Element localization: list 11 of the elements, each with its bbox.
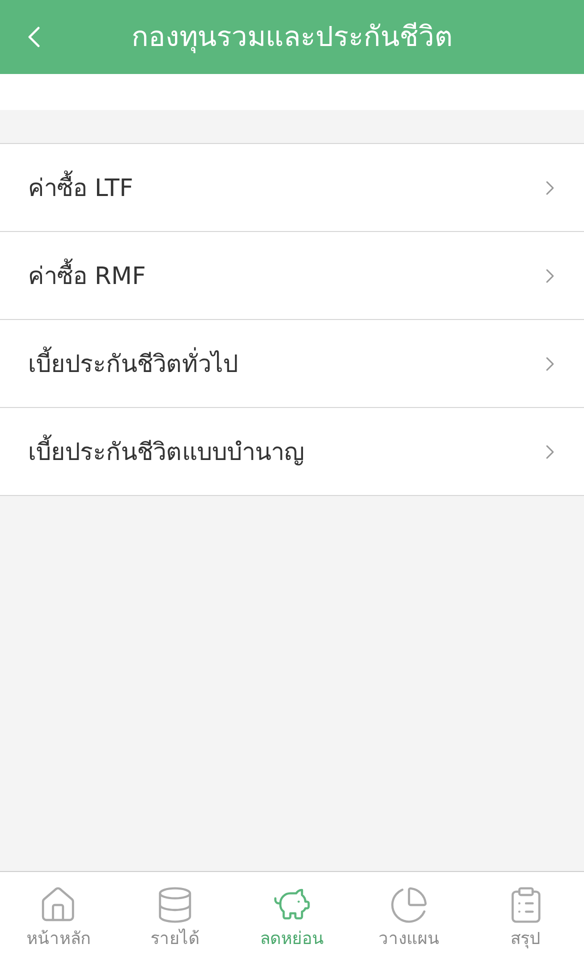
page-title: กองทุนรวมและประกันชีวิต xyxy=(130,19,454,56)
tab[interactable]: วางแผน xyxy=(350,872,468,960)
tab[interactable]: รายได้ xyxy=(116,872,234,960)
menu-item[interactable]: ค่าซื้อ RMF xyxy=(0,232,584,320)
tab[interactable]: ลดหย่อน xyxy=(234,872,350,960)
tab[interactable]: สรุป xyxy=(467,872,584,960)
tab[interactable]: หน้าหลัก xyxy=(0,872,117,960)
menu-item[interactable]: เบี้ยประกันชีวิตแบบบำนาญ xyxy=(0,408,584,496)
pie-chart-icon xyxy=(388,884,429,924)
menu-item[interactable]: ค่าซื้อ LTF xyxy=(0,144,584,232)
menu-item[interactable]: เบี้ยประกันชีวิตทั่วไป xyxy=(0,320,584,408)
